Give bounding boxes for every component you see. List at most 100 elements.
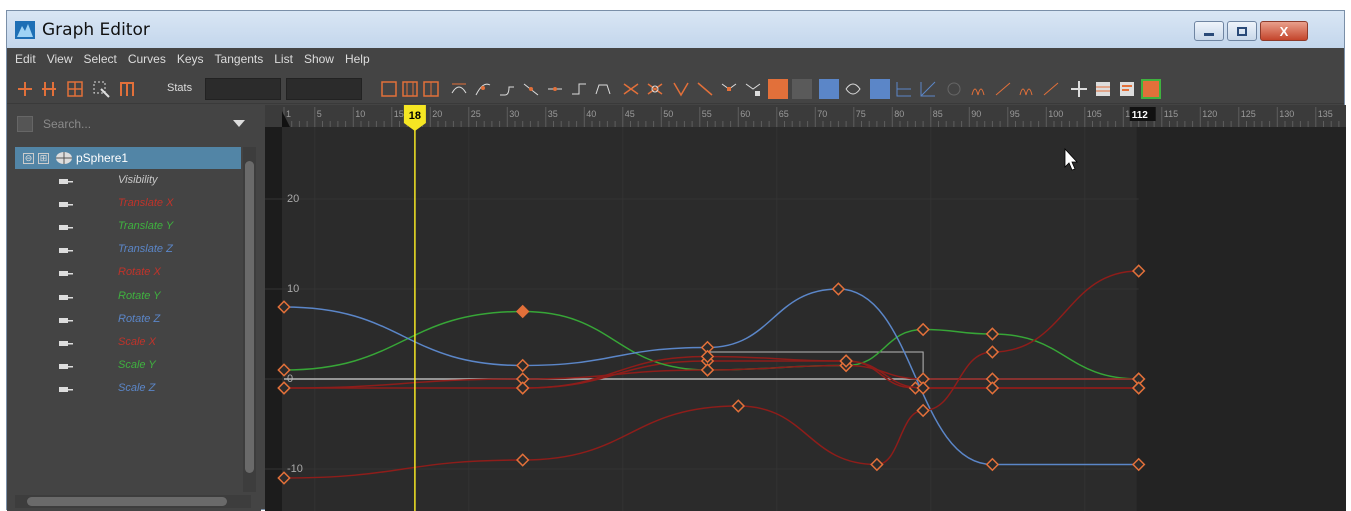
attribute-row[interactable]: Rotate X — [15, 262, 241, 285]
close-button[interactable]: X — [1260, 21, 1308, 41]
menu-curves[interactable]: Curves — [128, 52, 166, 66]
time-ruler[interactable] — [265, 105, 1346, 127]
attribute-row[interactable]: Rotate Z — [15, 309, 241, 332]
menu-keys[interactable]: Keys — [177, 52, 204, 66]
graph-editor-move-icon[interactable] — [1069, 79, 1089, 99]
chevron-down-icon[interactable] — [233, 120, 245, 127]
pre-infinity-cycle-icon[interactable] — [944, 79, 964, 99]
free-tangent-weight-icon[interactable] — [719, 79, 739, 99]
stats-field-value[interactable] — [286, 78, 362, 100]
keyframe[interactable] — [916, 322, 930, 337]
translate-z-curve[interactable] — [283, 288, 1139, 466]
menu-help[interactable]: Help — [345, 52, 370, 66]
keyframe[interactable] — [985, 327, 1000, 341]
outliner-search[interactable]: Search... — [15, 113, 251, 135]
attribute-row[interactable]: Scale Y — [15, 355, 241, 378]
graph-editor-window: Graph Editor X Edit View Select Curves K… — [6, 10, 1346, 511]
menu-show[interactable]: Show — [304, 52, 334, 66]
step-tangent-icon[interactable] — [569, 79, 589, 99]
ruler-label: 40 — [586, 109, 596, 119]
ruler-label: 95 — [1010, 109, 1020, 119]
keyframe-selected[interactable] — [517, 305, 529, 318]
attribute-row[interactable]: Visibility — [15, 170, 241, 193]
keyframe[interactable] — [870, 457, 884, 472]
linear-tangent-icon[interactable] — [521, 79, 541, 99]
menu-list[interactable]: List — [274, 52, 293, 66]
pre-infinity-linear-icon[interactable] — [993, 79, 1013, 99]
post-infinity-linear-icon[interactable] — [1041, 79, 1061, 99]
current-frame-label: 18 — [409, 110, 421, 122]
keyframe[interactable] — [916, 403, 930, 418]
rotate-x-curve[interactable] — [283, 270, 1139, 479]
y-axis-label: 20 — [287, 193, 299, 205]
menu-select[interactable]: Select — [83, 52, 116, 66]
menu-tangents[interactable]: Tangents — [215, 52, 264, 66]
frame-selection-icon[interactable] — [400, 79, 420, 99]
stacked-view-icon[interactable] — [894, 79, 914, 99]
mesh-icon — [56, 152, 72, 164]
minimize-button[interactable] — [1194, 21, 1224, 41]
scrollbar-thumb[interactable] — [245, 161, 254, 473]
load-selected-icon[interactable] — [792, 79, 812, 99]
attribute-row[interactable]: Translate Y — [15, 216, 241, 239]
outliner-horizontal-scrollbar[interactable] — [15, 495, 251, 508]
collapse-icon[interactable]: ⊖ — [23, 152, 34, 164]
curve-graph[interactable]: 1 5 10 15 20 25 30 35 40 45 50 55 60 65 70 75 80 85 90 95 10… — [265, 105, 1346, 511]
trax-editor-icon[interactable] — [1117, 79, 1137, 99]
menu-edit[interactable]: Edit — [15, 52, 36, 66]
clamped-tangent-icon[interactable] — [497, 79, 517, 99]
swap-buffer-curve-icon[interactable] — [645, 79, 665, 99]
attribute-row[interactable]: Scale Z — [15, 378, 241, 401]
attribute-row[interactable]: Translate X — [15, 193, 241, 216]
region-tool-icon[interactable] — [91, 79, 111, 99]
keyframe[interactable] — [515, 381, 530, 395]
plateau-tangent-icon[interactable] — [593, 79, 613, 99]
spline-tangent-icon[interactable] — [473, 79, 493, 99]
scale-x-curve[interactable] — [522, 355, 1139, 389]
post-infinity-cycle-icon[interactable] — [1017, 79, 1037, 99]
expand-icon[interactable]: ⊞ — [38, 152, 49, 164]
time-snap-icon[interactable] — [819, 79, 839, 99]
graph-view[interactable]: 1 5 10 15 20 25 30 35 40 45 50 55 60 65 70 75 80 85 90 95 10… — [265, 105, 1346, 511]
pre-infinity-cycle-offset-icon[interactable] — [969, 79, 989, 99]
keyframe[interactable] — [731, 399, 746, 413]
normalized-view-icon[interactable] — [918, 79, 938, 99]
translate-x-curve[interactable] — [283, 360, 1139, 389]
frame-all-icon[interactable] — [379, 79, 399, 99]
move-key-tool-icon[interactable] — [15, 79, 35, 99]
stats-field-frame[interactable] — [205, 78, 281, 100]
keyframe[interactable] — [515, 358, 530, 373]
lattice-deform-icon[interactable] — [65, 79, 85, 99]
attribute-row[interactable]: Scale X — [15, 332, 241, 355]
outliner-panel: Search... ⊖ ⊞ pSphere1 Visibility Transla… — [7, 105, 261, 511]
scrollbar-thumb[interactable] — [27, 497, 227, 506]
insert-key-tool-icon[interactable] — [39, 79, 59, 99]
keyframe[interactable] — [831, 282, 846, 296]
lock-tangent-weight-icon[interactable] — [743, 79, 763, 99]
filter-icon[interactable] — [17, 116, 33, 132]
node-psphere1[interactable]: ⊖ ⊞ pSphere1 — [15, 147, 241, 169]
keyframe[interactable] — [985, 381, 1000, 395]
time-editor-icon[interactable] — [1141, 79, 1161, 99]
restore-button[interactable] — [1227, 21, 1257, 41]
search-input[interactable]: Search... — [43, 117, 91, 131]
buffer-curve-snapshot-icon[interactable] — [621, 79, 641, 99]
attribute-row[interactable]: Translate Z — [15, 239, 241, 262]
frame-playback-range-icon[interactable] — [421, 79, 441, 99]
auto-load-icon[interactable] — [768, 79, 788, 99]
break-tangents-icon[interactable] — [671, 79, 691, 99]
unify-tangents-icon[interactable] — [695, 79, 715, 99]
keyframe[interactable] — [515, 453, 530, 467]
retime-tool-icon[interactable] — [117, 79, 137, 99]
menu-view[interactable]: View — [47, 52, 73, 66]
value-snap-icon[interactable] — [843, 79, 863, 99]
dope-sheet-icon[interactable] — [1093, 79, 1113, 99]
flat-tangent-icon[interactable] — [545, 79, 565, 99]
auto-tangent-icon[interactable] — [449, 79, 469, 99]
keyframe[interactable] — [985, 457, 1000, 472]
keyframe[interactable] — [985, 345, 1000, 359]
keyframe[interactable] — [700, 363, 715, 377]
attribute-row[interactable]: Rotate Y — [15, 286, 241, 309]
absolute-view-icon[interactable] — [870, 79, 890, 99]
outliner-vertical-scrollbar[interactable] — [243, 147, 256, 492]
